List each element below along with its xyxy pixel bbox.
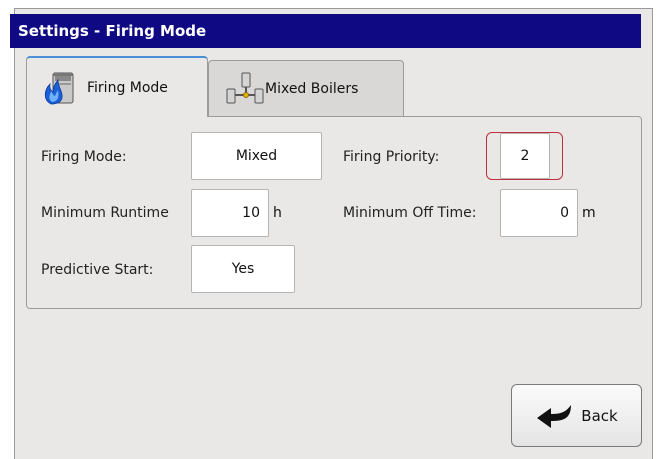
minimum-runtime-field[interactable]: 10	[191, 189, 269, 237]
tab-mixed-boilers[interactable]: Mixed Boilers	[208, 60, 404, 116]
firing-mode-field[interactable]: Mixed	[191, 132, 322, 180]
back-button[interactable]: Back	[511, 384, 642, 447]
minimum-runtime-unit: h	[273, 205, 282, 221]
minimum-off-time-label: Minimum Off Time:	[343, 205, 477, 221]
predictive-start-field[interactable]: Yes	[191, 245, 295, 293]
connected-boilers-icon	[223, 71, 264, 107]
boiler-flame-icon	[41, 70, 77, 106]
firing-priority-field[interactable]: 2	[500, 133, 550, 179]
return-arrow-icon	[537, 404, 572, 428]
tab-label: Mixed Boilers	[265, 80, 359, 97]
minimum-runtime-label: Minimum Runtime	[41, 205, 169, 221]
predictive-start-label: Predictive Start:	[41, 262, 154, 278]
window-title: Settings - Firing Mode	[10, 14, 641, 48]
firing-mode-label: Firing Mode:	[41, 149, 127, 165]
tab-firing-mode[interactable]: Firing Mode	[26, 56, 208, 117]
minimum-off-time-field[interactable]: 0	[500, 189, 578, 237]
firing-priority-label: Firing Priority:	[343, 149, 440, 165]
tab-label: Firing Mode	[87, 79, 168, 96]
minimum-off-time-unit: m	[582, 205, 596, 221]
back-button-label: Back	[581, 406, 618, 425]
